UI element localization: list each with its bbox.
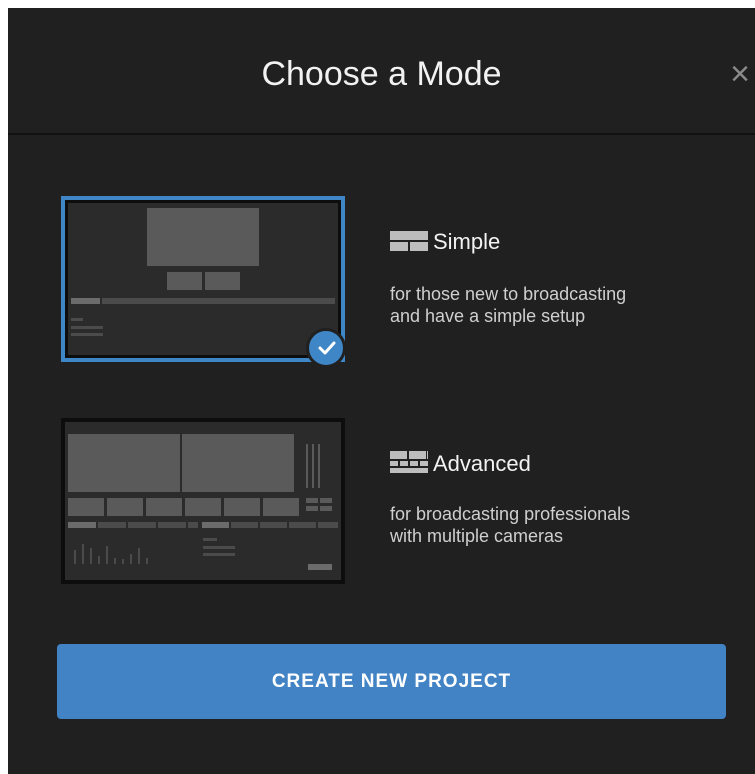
advanced-mode-thumbnail[interactable] <box>61 418 345 584</box>
preview-block <box>312 444 314 488</box>
meter-bar <box>98 556 100 564</box>
preview-block <box>289 522 316 528</box>
preview-block <box>306 444 308 488</box>
preview-block <box>203 546 235 549</box>
simple-layout-icon <box>390 231 428 256</box>
simple-mode-title: Simple <box>433 229 501 254</box>
preview-block <box>306 506 318 511</box>
preview-block <box>203 538 217 541</box>
preview-block <box>158 522 186 528</box>
preview-block <box>231 522 258 528</box>
meter-bar <box>114 558 116 564</box>
simple-desc-line2: and have a simple setup <box>390 306 586 326</box>
simple-mode-thumbnail[interactable] <box>61 196 345 362</box>
meter-bar <box>146 558 148 564</box>
preview-block <box>128 522 156 528</box>
preview-block <box>68 498 104 516</box>
preview-block <box>185 498 221 516</box>
mode-option-advanced[interactable]: Advanced for broadcasting professionals … <box>8 413 755 584</box>
advanced-mode-title: Advanced <box>433 451 531 476</box>
preview-block <box>320 498 332 503</box>
create-new-project-button[interactable]: CREATE NEW PROJECT <box>57 644 726 719</box>
preview-block <box>182 434 294 492</box>
meter-bar <box>106 546 108 564</box>
preview-block <box>308 564 332 570</box>
preview-block <box>203 553 235 556</box>
advanced-desc-line1: for broadcasting professionals <box>390 504 631 524</box>
preview-block <box>263 498 299 516</box>
preview-block <box>68 434 180 492</box>
dialog-title: Choose a Mode <box>261 55 502 93</box>
meter-bar <box>74 550 76 564</box>
meter-bar <box>138 548 140 564</box>
preview-block <box>224 498 260 516</box>
preview-block <box>71 298 100 304</box>
meter-bar <box>130 554 132 564</box>
mode-option-simple[interactable]: Simple for those new to broadcasting and… <box>8 191 755 371</box>
simple-desc-line1: for those new to broadcasting <box>390 284 627 304</box>
preview-block <box>107 498 143 516</box>
selected-check-icon <box>306 328 346 368</box>
advanced-desc-line2: with multiple cameras <box>390 526 564 546</box>
advanced-mode-description: for broadcasting professionals with mult… <box>390 503 730 547</box>
preview-block <box>320 506 332 511</box>
preview-block <box>147 208 259 266</box>
preview-block <box>188 522 198 528</box>
preview-block <box>306 498 318 503</box>
preview-block <box>71 318 83 321</box>
preview-block <box>102 298 335 304</box>
preview-block <box>68 522 96 528</box>
preview-block <box>167 272 202 290</box>
close-icon[interactable]: × <box>725 57 755 91</box>
advanced-layout-icon <box>390 451 428 478</box>
dialog-header: Choose a Mode × <box>8 8 755 135</box>
preview-block <box>318 522 338 528</box>
meter-bar <box>122 559 124 564</box>
simple-mode-description: for those new to broadcasting and have a… <box>390 283 730 327</box>
preview-block <box>260 522 287 528</box>
preview-block <box>71 333 103 336</box>
preview-block <box>205 272 240 290</box>
preview-block <box>71 326 103 329</box>
preview-block <box>98 522 126 528</box>
preview-block <box>202 522 229 528</box>
preview-block <box>318 444 320 488</box>
meter-bar <box>82 544 84 564</box>
choose-mode-dialog: Choose a Mode × Simple for those new to … <box>8 8 755 774</box>
preview-block <box>146 498 182 516</box>
meter-bar <box>90 548 92 564</box>
